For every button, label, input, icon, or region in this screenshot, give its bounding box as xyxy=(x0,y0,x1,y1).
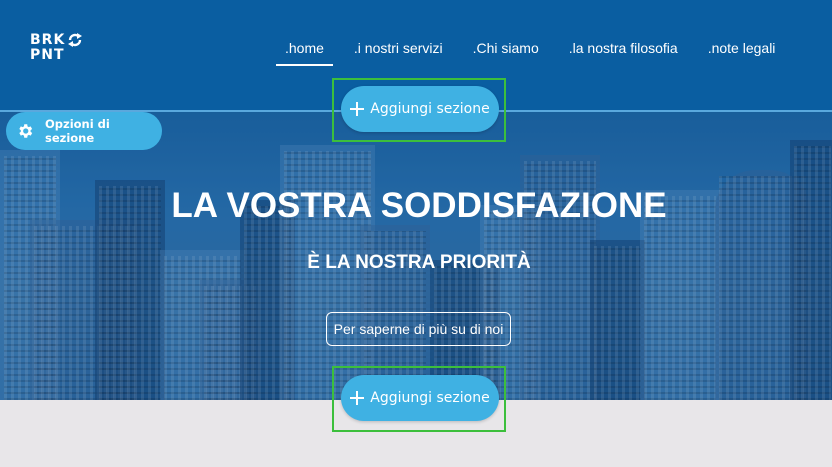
nav-item-home[interactable]: .home xyxy=(270,0,339,70)
site-logo[interactable]: BRK PNT xyxy=(30,33,90,83)
gear-icon xyxy=(19,124,33,138)
refresh-arrows-icon xyxy=(68,33,82,47)
hero-subtitle: È LA NOSTRA PRIORITÀ xyxy=(307,252,531,273)
nav-item-philosophy[interactable]: .la nostra filosofia xyxy=(554,0,693,70)
add-section-button-top[interactable]: Aggiungi sezione xyxy=(341,86,499,132)
plus-icon xyxy=(350,102,365,116)
nav-item-legal[interactable]: .note legali xyxy=(693,0,791,70)
section-options-button[interactable]: Opzioni di sezione xyxy=(6,112,162,150)
nav-item-label: .Chi siamo xyxy=(472,40,539,56)
add-section-label: Aggiungi sezione xyxy=(370,390,490,406)
logo-text-line2: PNT xyxy=(30,47,65,63)
hero-title: LA VOSTRA SODDISFAZIONE xyxy=(171,186,667,225)
nav-item-about[interactable]: .Chi siamo xyxy=(458,0,554,70)
hero-section: LA VOSTRA SODDISFAZIONE È LA NOSTRA PRIO… xyxy=(0,110,832,400)
nav-item-label: .note legali xyxy=(707,40,776,56)
nav-item-label: .i nostri servizi xyxy=(353,40,443,56)
page: BRK PNT .home .i nostri servizi .Chi sia… xyxy=(0,0,832,467)
nav-item-label: .la nostra filosofia xyxy=(568,40,678,56)
main-nav: .home .i nostri servizi .Chi siamo .la n… xyxy=(270,0,790,70)
section-options-label: Opzioni di sezione xyxy=(45,117,110,145)
nav-item-services[interactable]: .i nostri servizi xyxy=(339,0,458,70)
nav-item-label: .home xyxy=(285,40,324,56)
add-section-label: Aggiungi sezione xyxy=(370,101,490,117)
plus-icon xyxy=(350,391,365,405)
add-section-button-bottom[interactable]: Aggiungi sezione xyxy=(341,375,499,421)
learn-more-button[interactable]: Per saperne di più su di noi xyxy=(326,312,511,346)
